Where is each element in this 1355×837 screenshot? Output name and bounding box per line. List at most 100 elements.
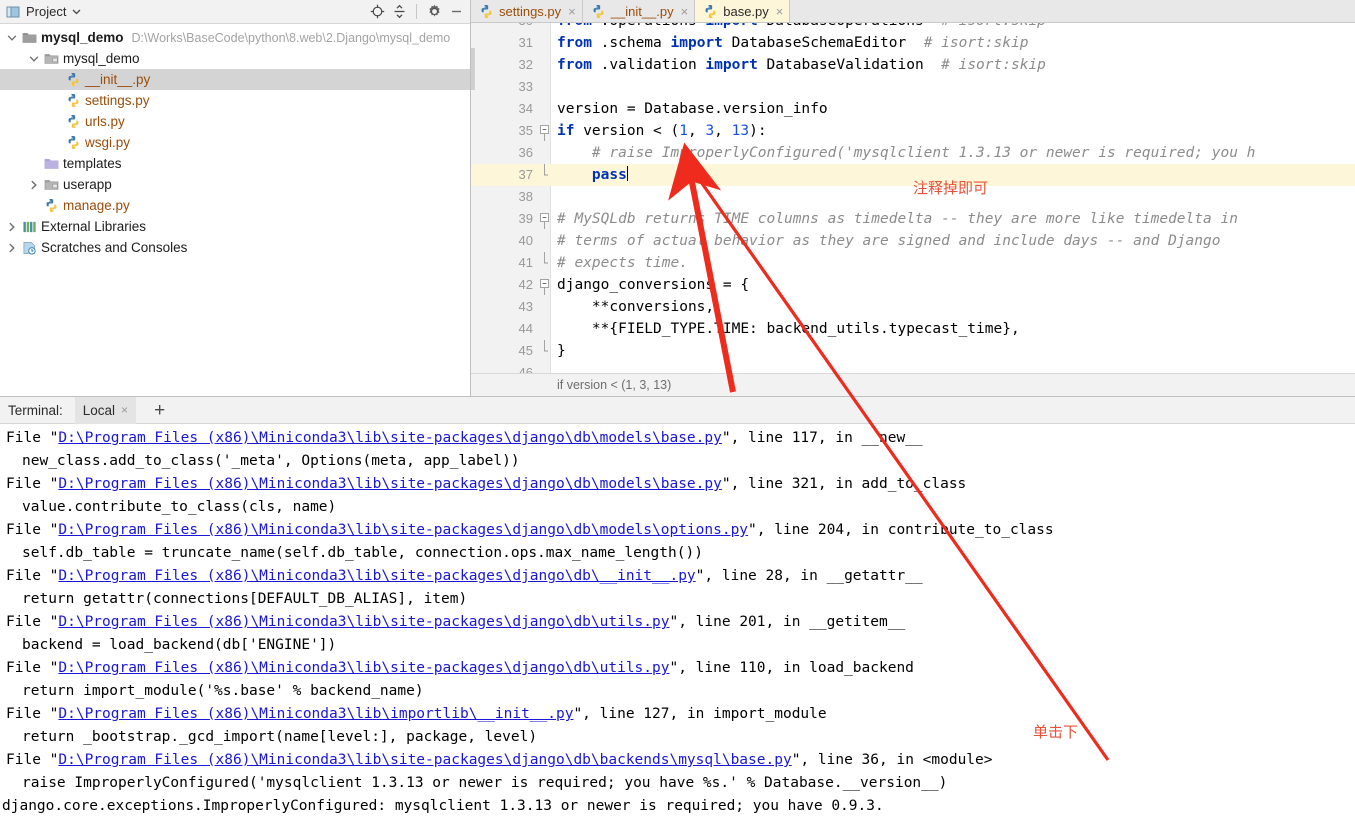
locate-icon[interactable] <box>367 2 387 22</box>
text-caret <box>626 166 628 181</box>
terminal-text: value.contribute_to_class(cls, name) <box>22 499 337 515</box>
fold-expanded-icon[interactable] <box>539 208 549 230</box>
python-file-icon <box>64 135 82 150</box>
traceback-file-link[interactable]: D:\Program Files (x86)\Miniconda3\lib\si… <box>58 614 669 630</box>
terminal-text: File " <box>6 706 59 722</box>
code-text: **{FIELD_TYPE.TIME: backend_utils.typeca… <box>557 321 1020 337</box>
terminal-tab-local[interactable]: Local × <box>74 396 137 424</box>
editor-tab-label: __init__.py <box>610 3 674 19</box>
chevron-down-icon[interactable] <box>72 7 81 16</box>
project-tree[interactable]: mysql_demo D:\Works\BaseCode\python\8.web… <box>0 24 470 258</box>
chevron-right-icon[interactable] <box>4 243 20 253</box>
minimize-icon[interactable] <box>446 2 466 22</box>
code-line[interactable]: 38 <box>471 186 1355 208</box>
traceback-file-link[interactable]: D:\Program Files (x86)\Miniconda3\lib\si… <box>58 752 791 768</box>
code-lines[interactable]: 30 from .operations import DatabaseOperat… <box>471 23 1355 373</box>
code-line[interactable]: 30 from .operations import DatabaseOperat… <box>471 23 1355 32</box>
line-number: 34 <box>518 101 533 116</box>
tree-item-scratches-and-consoles[interactable]: Scratches and Consoles <box>0 237 470 258</box>
tree-item-userapp[interactable]: userapp <box>0 174 470 195</box>
close-icon[interactable]: × <box>681 4 689 19</box>
python-file-icon <box>591 4 606 19</box>
code-text: from .validation import DatabaseValidati… <box>557 57 1046 73</box>
code-line[interactable]: 37 pass <box>471 164 1355 186</box>
code-line[interactable]: 43 **conversions, <box>471 296 1355 318</box>
tree-item-external-libraries[interactable]: External Libraries <box>0 216 470 237</box>
chevron-right-icon[interactable] <box>26 180 42 190</box>
gear-icon[interactable] <box>424 2 444 22</box>
fold-expanded-icon[interactable] <box>539 274 549 296</box>
editor-tab-init-py[interactable]: __init__.py × <box>582 0 696 22</box>
tree-item-init-py[interactable]: __init__.py <box>0 69 470 90</box>
code-line[interactable]: 32 from .validation import DatabaseValida… <box>471 54 1355 76</box>
tree-item-templates[interactable]: templates <box>0 153 470 174</box>
close-icon[interactable]: × <box>121 403 128 417</box>
add-terminal-button[interactable]: + <box>148 401 171 420</box>
fold-region-end-icon[interactable] <box>539 164 549 186</box>
traceback-file-link[interactable]: D:\Program Files (x86)\Miniconda3\lib\si… <box>58 568 695 584</box>
tree-item-mysql-demo[interactable]: mysql_demo <box>0 48 470 69</box>
code-line[interactable]: 41 # expects time. <box>471 252 1355 274</box>
terminal-tool-window: Terminal: Local × + File "D:\Program Fil… <box>0 396 1355 837</box>
terminal-line: return _bootstrap._gcd_import(name[level… <box>0 726 1355 749</box>
terminal-text: return _bootstrap._gcd_import(name[level… <box>22 729 538 745</box>
terminal-line: File "D:\Program Files (x86)\Miniconda3\… <box>0 565 1355 588</box>
project-panel-tools <box>367 2 466 22</box>
code-line[interactable]: 39 # MySQLdb returns TIME columns as time… <box>471 208 1355 230</box>
python-file-icon <box>42 198 60 213</box>
chevron-down-icon[interactable] <box>4 33 20 43</box>
chevron-down-icon[interactable] <box>26 54 42 64</box>
python-file-icon <box>479 4 494 19</box>
code-line[interactable]: 42 django_conversions = { <box>471 274 1355 296</box>
tree-item-mysql-demo[interactable]: mysql_demo D:\Works\BaseCode\python\8.web… <box>0 27 470 48</box>
code-line[interactable]: 33 <box>471 76 1355 98</box>
code-text: pass <box>591 166 628 183</box>
line-number: 43 <box>518 299 533 314</box>
code-line[interactable]: 35 if version < (1, 3, 13): <box>471 120 1355 142</box>
code-line[interactable]: 36 # raise ImproperlyConfigured('mysqlcl… <box>471 142 1355 164</box>
project-tool-window: Project mysql_demo D:\Works\BaseCode\pyt… <box>0 0 471 396</box>
code-line[interactable]: 31 from .schema import DatabaseSchemaEdit… <box>471 32 1355 54</box>
traceback-file-link[interactable]: D:\Program Files (x86)\Miniconda3\lib\si… <box>58 476 721 492</box>
fold-region-end-icon[interactable] <box>539 340 549 362</box>
traceback-file-link[interactable]: D:\Program Files (x86)\Miniconda3\lib\im… <box>58 706 573 722</box>
tree-item-label: templates <box>63 156 122 171</box>
editor-tab-bar: settings.py × __init__.py × base.py × <box>471 0 1355 23</box>
code-line[interactable]: 40 # terms of actual behavior as they are… <box>471 230 1355 252</box>
fold-region-end-icon[interactable] <box>539 252 549 274</box>
editor-scroll-thumb[interactable] <box>471 48 475 90</box>
terminal-output[interactable]: File "D:\Program Files (x86)\Miniconda3\… <box>0 425 1355 837</box>
chevron-right-icon[interactable] <box>4 222 20 232</box>
tree-item-urls-py[interactable]: urls.py <box>0 111 470 132</box>
traceback-file-link[interactable]: D:\Program Files (x86)\Miniconda3\lib\si… <box>58 522 748 538</box>
tree-item-wsgi-py[interactable]: wsgi.py <box>0 132 470 153</box>
traceback-file-link[interactable]: D:\Program Files (x86)\Miniconda3\lib\si… <box>58 660 669 676</box>
code-editor[interactable]: 30 from .operations import DatabaseOperat… <box>471 23 1355 373</box>
line-number: 44 <box>518 321 533 336</box>
toolbar-divider <box>416 4 417 19</box>
code-line[interactable]: 45} <box>471 340 1355 362</box>
collapse-all-icon[interactable] <box>389 2 409 22</box>
terminal-text: ", line 201, in __getitem__ <box>669 614 906 630</box>
tree-item-manage-py[interactable]: manage.py <box>0 195 470 216</box>
traceback-file-link[interactable]: D:\Program Files (x86)\Miniconda3\lib\si… <box>58 430 721 446</box>
folder-module-icon <box>20 31 38 44</box>
code-line[interactable]: 34 version = Database.version_info <box>471 98 1355 120</box>
editor-tab-settings-py[interactable]: settings.py × <box>471 0 583 22</box>
tree-item-label: manage.py <box>63 198 130 213</box>
tree-item-settings-py[interactable]: settings.py <box>0 90 470 111</box>
tree-item-path-note: D:\Works\BaseCode\python\8.web\2.Django\… <box>131 30 451 45</box>
code-line[interactable]: 44 **{FIELD_TYPE.TIME: backend_utils.typ… <box>471 318 1355 340</box>
terminal-line: File "D:\Program Files (x86)\Miniconda3\… <box>0 473 1355 496</box>
terminal-label: Terminal: <box>8 402 63 418</box>
code-line[interactable]: 46 <box>471 362 1355 373</box>
terminal-text: ", line 28, in __getattr__ <box>695 568 923 584</box>
line-number: 32 <box>518 57 533 72</box>
fold-expanded-icon[interactable] <box>539 120 549 142</box>
code-text: if version < (1, 3, 13): <box>557 123 767 139</box>
project-title-group[interactable]: Project <box>6 4 81 19</box>
close-icon[interactable]: × <box>568 4 576 19</box>
close-icon[interactable]: × <box>776 4 784 19</box>
tree-item-label: mysql_demo <box>41 30 124 45</box>
editor-tab-base-py[interactable]: base.py × <box>695 0 791 22</box>
